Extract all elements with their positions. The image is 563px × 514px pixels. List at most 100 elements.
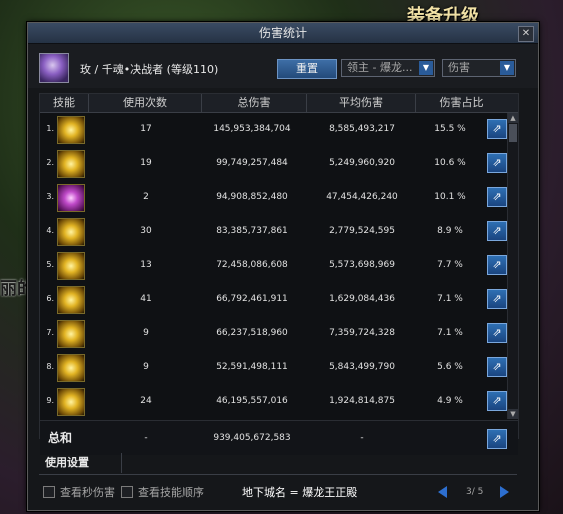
scroll-thumb[interactable] — [509, 124, 517, 142]
skill-order-checkbox[interactable] — [121, 486, 133, 498]
purple-star-skill-icon — [57, 184, 85, 212]
tab-settings[interactable]: 使用设置 — [39, 453, 122, 473]
total-use-count: - — [144, 433, 148, 443]
gold-arc-skill-icon — [57, 354, 85, 382]
reset-button[interactable]: 重置 — [277, 59, 337, 79]
gold-slash-skill-icon — [57, 116, 85, 144]
share-icon[interactable]: ⇗ — [487, 153, 507, 173]
rank: 4. — [46, 226, 54, 235]
header-average-damage: 平均伤害 — [307, 94, 416, 112]
total-damage: 66,792,461,911 — [216, 294, 288, 304]
share-icon[interactable]: ⇗ — [487, 323, 507, 343]
header-damage-share: 伤害占比 — [439, 96, 484, 109]
table-row[interactable]: 1. 17 145,953,384,704 8,585,493,217 15.5… — [40, 113, 507, 145]
share-icon[interactable]: ⇗ — [487, 391, 507, 411]
share-icon[interactable]: ⇗ — [487, 255, 507, 275]
average-damage: 7,359,724,328 — [329, 328, 395, 338]
average-damage: 8,585,493,217 — [329, 124, 395, 134]
total-average-damage: - — [360, 433, 364, 443]
use-count: 19 — [140, 158, 152, 168]
gold-whirl-skill-icon — [57, 218, 85, 246]
total-damage: 72,458,086,608 — [216, 260, 288, 270]
table-row[interactable]: 5. 13 72,458,086,608 5,573,698,969 7.7 %… — [40, 249, 507, 281]
skill-damage-table: 技能 使用次数 总伤害 平均伤害 伤害占比 1. 17 145,953,384,… — [39, 93, 519, 455]
average-damage: 5,249,960,920 — [329, 158, 395, 168]
header-total-damage: 总伤害 — [202, 94, 307, 112]
damage-share: 4.9 % — [437, 396, 463, 406]
table-row[interactable]: 4. 30 83,385,737,861 2,779,524,595 8.9 %… — [40, 215, 507, 247]
dungeon-select[interactable]: 领主 - 爆龙... ▼ — [341, 59, 435, 77]
rank: 1. — [46, 124, 54, 133]
scroll-up-icon[interactable]: ▲ — [508, 113, 518, 123]
table-scrollbar[interactable]: ▲ ▼ — [507, 113, 518, 419]
skill-order-label[interactable]: 查看技能顺序 — [138, 484, 204, 500]
total-damage: 52,591,498,111 — [216, 362, 288, 372]
average-damage: 5,843,499,790 — [329, 362, 395, 372]
rank: 2. — [46, 158, 54, 167]
use-count: 13 — [140, 260, 152, 270]
share-icon[interactable]: ⇗ — [487, 357, 507, 377]
total-row: 总和 - 939,405,672,583 - ⇗ — [40, 420, 518, 455]
damage-share: 7.7 % — [437, 260, 463, 270]
rank: 6. — [46, 294, 54, 303]
table-row[interactable]: 6. 41 66,792,461,911 1,629,084,436 7.1 %… — [40, 283, 507, 315]
table-row[interactable]: 9. 24 46,195,557,016 1,924,814,875 4.9 %… — [40, 385, 507, 417]
total-damage: 94,908,852,480 — [216, 192, 288, 202]
gold-wave-skill-icon — [57, 388, 85, 416]
per-second-damage-checkbox[interactable] — [43, 486, 55, 498]
gold-pillar-skill-icon — [57, 320, 85, 348]
average-damage: 47,454,426,240 — [326, 192, 398, 202]
rank: 7. — [46, 328, 54, 337]
character-header: 玫 / 千魂•决战者 (等级110) 重置 领主 - 爆龙... ▼ 伤害 ▼ — [28, 44, 538, 88]
use-count: 9 — [143, 362, 149, 372]
table-row[interactable]: 2. 19 99,749,257,484 5,249,960,920 10.6 … — [40, 147, 507, 179]
use-count: 2 — [143, 192, 149, 202]
damage-share: 5.6 % — [437, 362, 463, 372]
stat-type-select-value: 伤害 — [448, 61, 470, 74]
stat-type-select[interactable]: 伤害 ▼ — [442, 59, 516, 77]
average-damage: 1,924,814,875 — [329, 396, 395, 406]
gold-nova-skill-icon — [57, 252, 85, 280]
total-damage: 83,385,737,861 — [216, 226, 288, 236]
damage-share: 7.1 % — [437, 294, 463, 304]
use-count: 17 — [140, 124, 152, 134]
character-name: 玫 / 千魂•决战者 (等级110) — [80, 63, 219, 76]
damage-stats-window: 伤害统计 ✕ 玫 / 千魂•决战者 (等级110) 重置 领主 - 爆龙... … — [27, 22, 539, 511]
rank: 5. — [46, 260, 54, 269]
next-page-icon[interactable] — [500, 486, 509, 498]
prev-page-icon[interactable] — [438, 486, 447, 498]
average-damage: 1,629,084,436 — [329, 294, 395, 304]
table-row[interactable]: 8. 9 52,591,498,111 5,843,499,790 5.6 % … — [40, 351, 507, 383]
table-row[interactable]: 7. 9 66,237,518,960 7,359,724,328 7.1 % … — [40, 317, 507, 349]
total-damage: 46,195,557,016 — [216, 396, 288, 406]
chevron-down-icon[interactable]: ▼ — [500, 61, 514, 75]
gold-rays-skill-icon — [57, 286, 85, 314]
total-label: 总和 — [48, 431, 73, 445]
use-count: 9 — [143, 328, 149, 338]
table-row[interactable]: 3. 2 94,908,852,480 47,454,426,240 10.1 … — [40, 181, 507, 213]
per-second-damage-label[interactable]: 查看秒伤害 — [60, 484, 115, 500]
share-icon[interactable]: ⇗ — [487, 119, 507, 139]
share-icon[interactable]: ⇗ — [487, 289, 507, 309]
scroll-down-icon[interactable]: ▼ — [508, 409, 518, 419]
dungeon-name: 地下城名 = 爆龙王正殿 — [242, 486, 358, 499]
share-icon[interactable]: ⇗ — [487, 429, 507, 449]
damage-share: 10.1 % — [434, 192, 466, 202]
rank: 3. — [46, 192, 54, 201]
avatar — [39, 53, 69, 83]
page-indicator: 3/ 5 — [466, 487, 484, 497]
share-icon[interactable]: ⇗ — [487, 187, 507, 207]
average-damage: 5,573,698,969 — [329, 260, 395, 270]
chevron-down-icon[interactable]: ▼ — [419, 61, 433, 75]
damage-share: 15.5 % — [434, 124, 466, 134]
close-icon[interactable]: ✕ — [518, 26, 534, 42]
damage-share: 7.1 % — [437, 328, 463, 338]
share-icon[interactable]: ⇗ — [487, 221, 507, 241]
total-damage: 99,749,257,484 — [216, 158, 288, 168]
table-header: 技能 使用次数 总伤害 平均伤害 伤害占比 — [40, 94, 518, 113]
total-damage-sum: 939,405,672,583 — [213, 433, 291, 443]
dungeon-select-value: 领主 - 爆龙... — [347, 61, 413, 74]
window-titlebar[interactable]: 伤害统计 ✕ — [28, 23, 538, 44]
total-damage: 145,953,384,704 — [213, 124, 291, 134]
damage-share: 10.6 % — [434, 158, 466, 168]
